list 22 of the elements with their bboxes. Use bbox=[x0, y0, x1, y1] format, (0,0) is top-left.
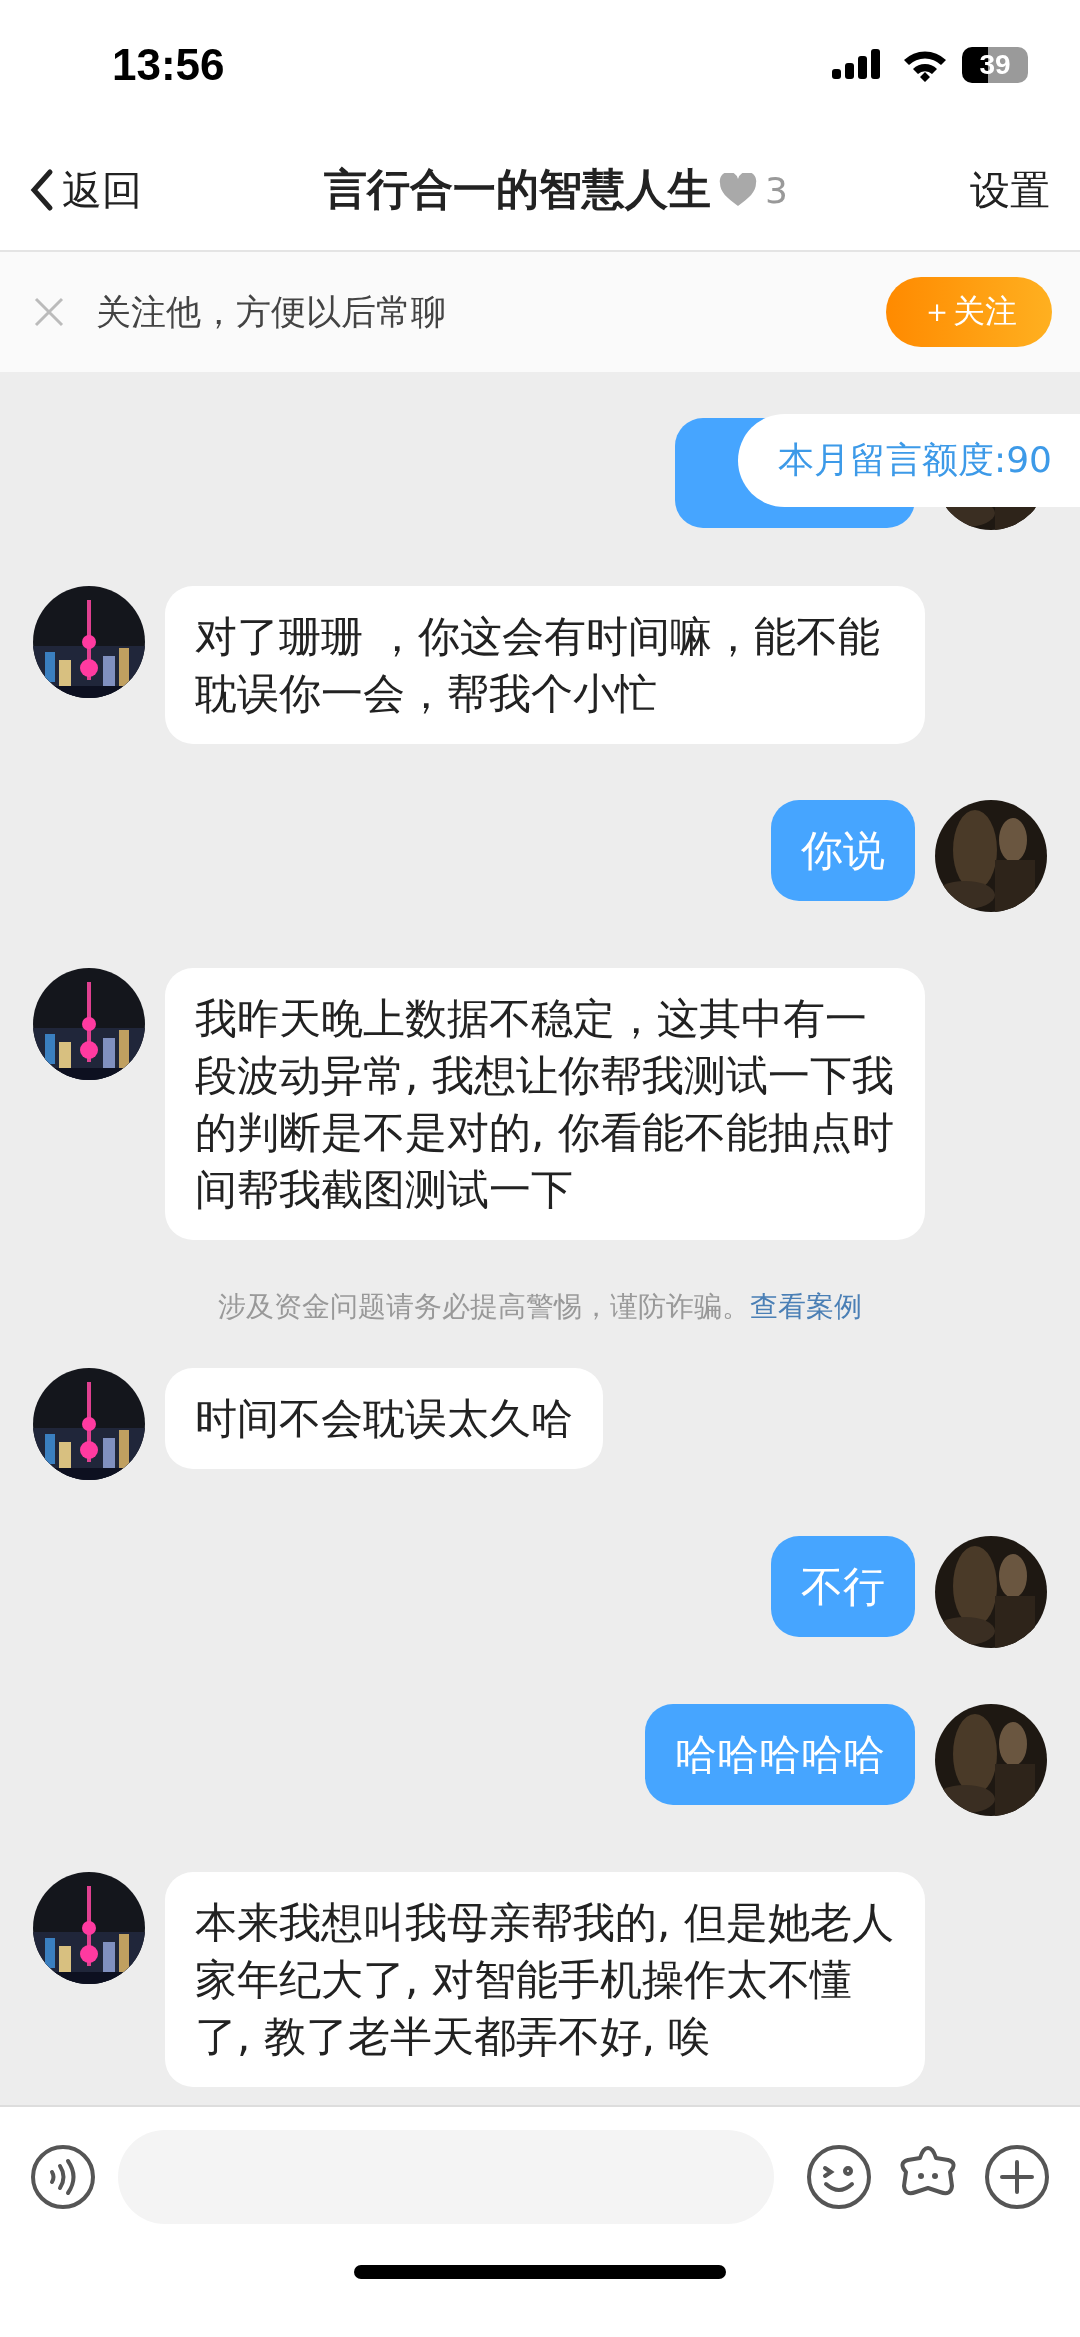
message-bubble: 不行 bbox=[771, 1536, 915, 1637]
follow-prompt: 关注他，方便以后常聊 bbox=[96, 290, 447, 334]
plus-icon[interactable] bbox=[984, 2144, 1050, 2210]
back-icon[interactable] bbox=[30, 168, 54, 212]
view-cases-link[interactable]: 查看案例 bbox=[750, 1290, 862, 1323]
message-bubble: 时间不会耽误太久哈 bbox=[165, 1368, 603, 1469]
message-bubble: 你说 bbox=[771, 800, 915, 901]
emoji-icon[interactable] bbox=[806, 2144, 872, 2210]
message-bubble: 我昨天晚上数据不稳定，这其中有一段波动异常, 我想让你帮我测试一下我的判断是不是对的, 你看能不能抽点时间帮我截图测试一下 bbox=[165, 968, 925, 1240]
message-bubble: 哈哈哈哈哈 bbox=[645, 1704, 915, 1805]
message-bubble: 本来我想叫我母亲帮我的, 但是她老人家年纪大了, 对智能手机操作太不懂了, 教了老半天都弄不好, 唉 bbox=[165, 1872, 925, 2087]
message-bubble: 对了珊珊 ，你这会有时间嘛，能不能耽误你一会，帮我个小忙 bbox=[165, 586, 925, 744]
intimacy-count: 3 bbox=[765, 169, 788, 211]
chat-title: 言行合一的智慧人生 bbox=[324, 163, 712, 216]
quota-tooltip: 本月留言额度:90 bbox=[738, 414, 1080, 507]
fraud-warning: 涉及资金问题请务必提高警惕，谨防诈骗。 bbox=[218, 1290, 750, 1323]
settings-button[interactable]: 设置 bbox=[970, 162, 1050, 218]
heart-icon bbox=[719, 173, 758, 207]
status-time: 13:56 bbox=[112, 40, 225, 90]
back-button[interactable]: 返回 bbox=[30, 162, 142, 218]
voice-icon[interactable] bbox=[30, 2144, 96, 2210]
wifi-icon bbox=[902, 48, 948, 82]
